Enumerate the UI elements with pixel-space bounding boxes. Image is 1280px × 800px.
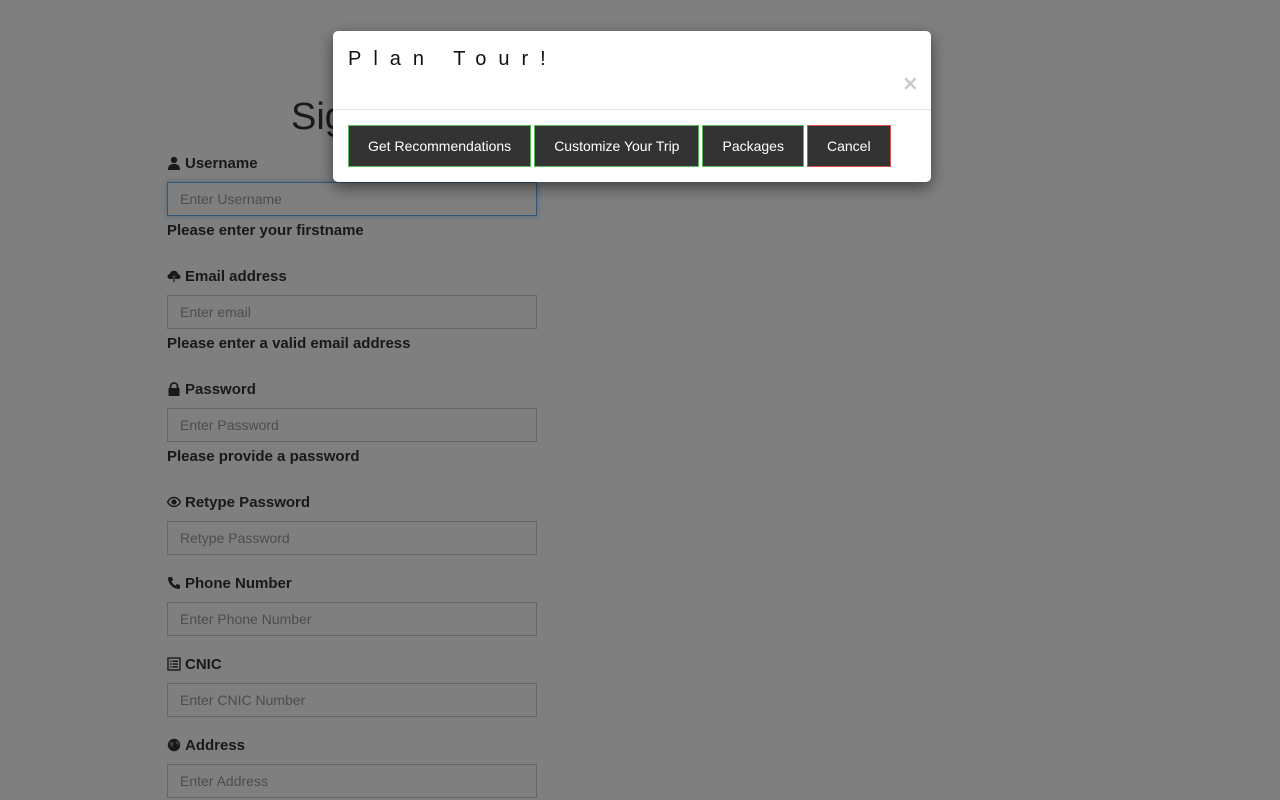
modal-header: Plan Tour! ×: [333, 31, 931, 110]
modal-actions: Get Recommendations Customize Your Trip …: [348, 125, 891, 167]
customize-trip-button[interactable]: Customize Your Trip: [534, 125, 700, 167]
plan-tour-modal: Plan Tour! × Get Recommendations Customi…: [333, 31, 931, 182]
packages-button[interactable]: Packages: [702, 125, 804, 167]
cancel-button[interactable]: Cancel: [806, 125, 891, 167]
get-recommendations-button[interactable]: Get Recommendations: [348, 125, 532, 167]
modal-title: Plan Tour!: [348, 48, 558, 70]
close-icon[interactable]: ×: [902, 73, 919, 93]
